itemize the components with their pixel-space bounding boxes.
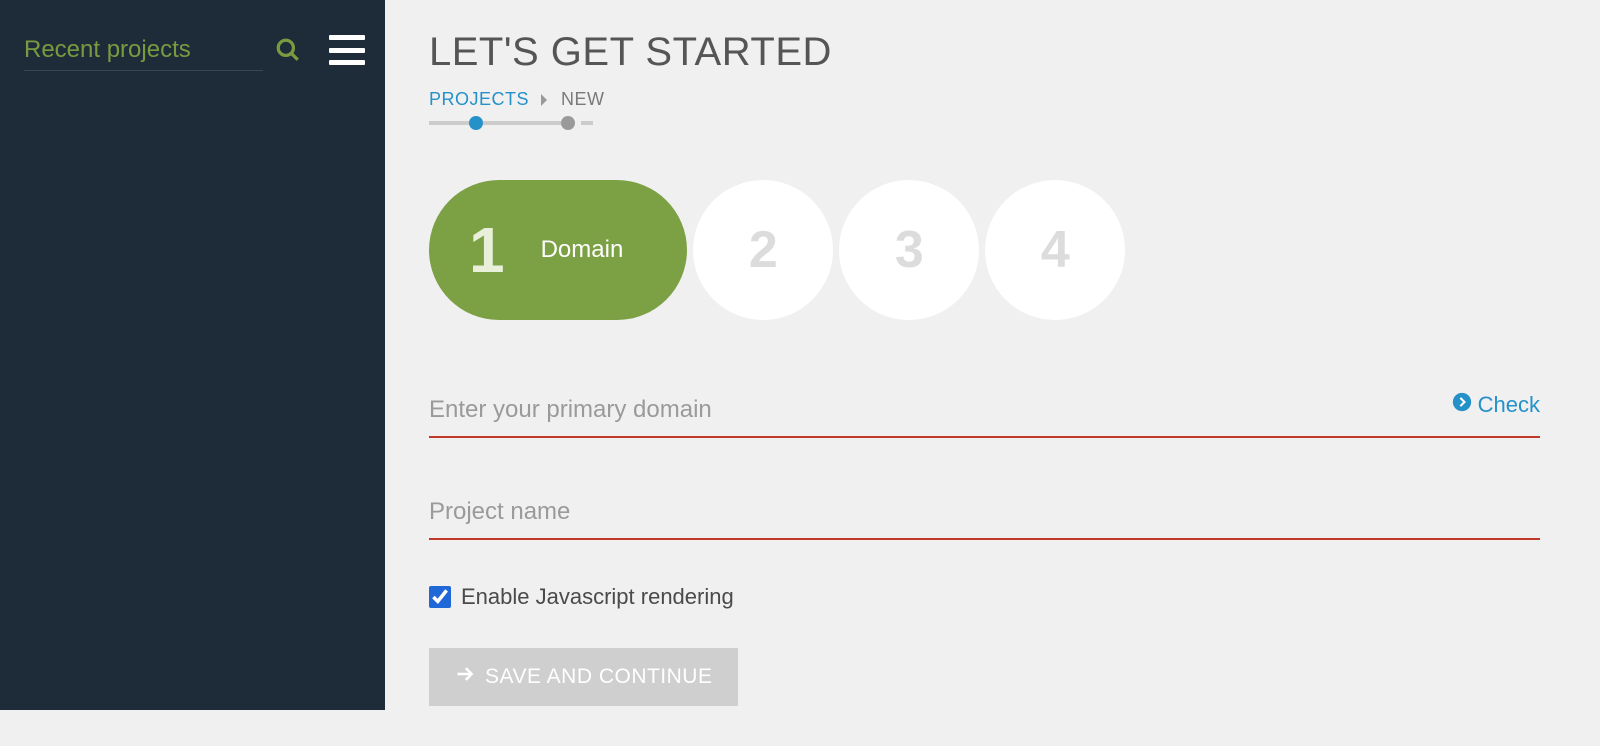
enable-js-rendering-checkbox[interactable] — [429, 586, 451, 608]
domain-field-row: Check — [429, 390, 1540, 438]
check-label: Check — [1478, 392, 1540, 418]
step-4[interactable]: 4 — [985, 180, 1125, 320]
sidebar-top — [0, 0, 385, 100]
step-label: Domain — [541, 236, 624, 264]
progress-dot-active — [469, 116, 483, 130]
search-icon[interactable] — [275, 37, 301, 63]
page-title: LET'S GET STARTED — [429, 30, 1540, 75]
recent-projects-search-input[interactable] — [24, 30, 263, 71]
breadcrumb-projects-link[interactable]: PROJECTS — [429, 89, 529, 110]
circle-chevron-right-icon — [1452, 392, 1472, 418]
sidebar — [0, 0, 385, 710]
arrow-right-icon — [455, 664, 475, 690]
step-wizard: 1 Domain 2 3 4 — [429, 180, 1540, 320]
save-button-label: SAVE AND CONTINUE — [485, 665, 712, 689]
project-name-field-row — [429, 492, 1540, 540]
step-number: 1 — [469, 213, 505, 287]
chevron-right-icon — [539, 93, 551, 107]
check-domain-button[interactable]: Check — [1440, 392, 1540, 418]
main-content: LET'S GET STARTED PROJECTS NEW 1 Domain … — [385, 0, 1600, 746]
menu-icon[interactable] — [329, 35, 365, 65]
step-2[interactable]: 2 — [693, 180, 833, 320]
progress-indicator — [429, 116, 1540, 130]
step-3[interactable]: 3 — [839, 180, 979, 320]
enable-js-rendering-label[interactable]: Enable Javascript rendering — [461, 584, 734, 610]
step-1-domain[interactable]: 1 Domain — [429, 180, 687, 320]
breadcrumb: PROJECTS NEW — [429, 89, 1540, 110]
progress-dot-inactive — [561, 116, 575, 130]
primary-domain-input[interactable] — [429, 390, 1540, 438]
project-name-input[interactable] — [429, 492, 1540, 540]
breadcrumb-current: NEW — [561, 89, 605, 110]
js-rendering-row: Enable Javascript rendering — [429, 584, 1540, 610]
save-and-continue-button[interactable]: SAVE AND CONTINUE — [429, 648, 738, 706]
